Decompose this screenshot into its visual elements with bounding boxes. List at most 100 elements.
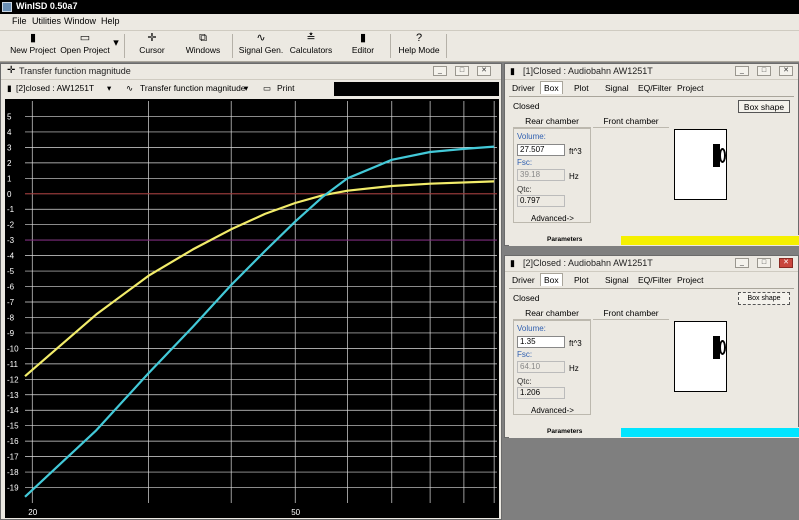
front-chamber-tab[interactable]: Front chamber [593, 115, 669, 128]
tab-driver[interactable]: Driver [512, 275, 535, 285]
y-tick-label: -4 [7, 252, 15, 261]
menu-file[interactable]: File [12, 16, 27, 26]
graph-window-titlebar[interactable]: ✛ Transfer function magnitude _ □ ✕ [1, 64, 501, 80]
box-shape-button[interactable]: Box shape [738, 100, 790, 113]
tab-driver[interactable]: Driver [512, 83, 535, 93]
tab-signal[interactable]: Signal [605, 83, 629, 93]
calculators-button[interactable]: ≛ Calculators [288, 32, 334, 60]
qtc-field: 0.797 [517, 195, 565, 207]
panel-icon: ▮ [510, 258, 515, 268]
parameters-bar[interactable]: Parameters [509, 427, 799, 438]
open-project-dropdown[interactable]: ▾ [111, 37, 121, 65]
panel-2-title: [2]Closed : Audiobahn AW1251T [523, 258, 653, 268]
y-tick-label: 0 [7, 190, 12, 199]
close-button[interactable]: ✕ [779, 258, 793, 268]
y-tick-label: -9 [7, 329, 15, 338]
fsc-unit: Hz [569, 364, 579, 373]
series-color-swatch[interactable] [621, 428, 799, 437]
y-tick-label: -10 [7, 344, 19, 353]
project-select-arrow-icon[interactable]: ▾ [107, 83, 111, 94]
tab-signal[interactable]: Signal [605, 275, 629, 285]
printer-icon: ▭ [263, 83, 272, 93]
y-tick-label: -3 [7, 236, 15, 245]
open-project-button[interactable]: ▭ Open Project [58, 32, 112, 60]
graph-type-arrow-icon[interactable]: ▾ [244, 83, 248, 94]
help-mode-button[interactable]: ? Help Mode [396, 32, 442, 60]
fsc-field: 39.18 [517, 169, 565, 181]
app-title: WinISD 0.50a7 [16, 1, 78, 11]
chart-area[interactable]: 5 4 3 2 1 0 -1 -2 -3 -4 -5 -6 -7 -8 -9 -10 -11 -12 -13 -14 -… [5, 99, 499, 518]
toolbar-separator [446, 34, 447, 58]
menu-utilities[interactable]: Utilities [32, 16, 61, 26]
parameters-bar[interactable]: Parameters [509, 235, 799, 246]
menu-help[interactable]: Help [101, 16, 120, 26]
toolbar-separator [232, 34, 233, 58]
tab-box[interactable]: Box [540, 273, 563, 286]
y-tick-label: -8 [7, 313, 15, 322]
tab-plot[interactable]: Plot [574, 275, 589, 285]
box-pane: Closed Box shape Rear chamber Front cham… [511, 291, 795, 415]
new-project-button[interactable]: ▮ New Project [8, 32, 58, 60]
graph-type-select[interactable]: Transfer function magnitude [140, 83, 246, 93]
app-title-bar: WinISD 0.50a7 [0, 0, 799, 14]
maximize-button[interactable]: □ [757, 258, 771, 268]
advanced-button[interactable]: Advanced-> [531, 214, 574, 223]
qtc-field: 1.206 [517, 387, 565, 399]
y-tick-label: -14 [7, 406, 19, 415]
cursor-button[interactable]: ✛ Cursor [132, 32, 172, 60]
tab-divider [509, 288, 794, 289]
close-button[interactable]: ✕ [779, 66, 793, 76]
y-tick-label: -16 [7, 437, 19, 446]
panel-2-titlebar[interactable]: ▮ [2]Closed : Audiobahn AW1251T _ □ ✕ [505, 256, 798, 272]
editor-button[interactable]: ▮ Editor [345, 32, 381, 60]
menu-window[interactable]: Window [64, 16, 96, 26]
y-tick-label: 4 [7, 128, 12, 137]
cursor-icon: ✛ [147, 32, 157, 44]
tab-plot[interactable]: Plot [574, 83, 589, 93]
toolbar: ▮ New Project ▭ Open Project ▾ ✛ Cursor … [0, 31, 799, 62]
windows-label: Windows [185, 45, 221, 55]
series-color-swatch[interactable] [621, 236, 799, 245]
new-project-icon: ▮ [29, 32, 37, 44]
panel-1-titlebar[interactable]: ▮ [1]Closed : Audiobahn AW1251T _ □ ✕ [505, 64, 798, 80]
y-tick-label: -13 [7, 391, 19, 400]
minimize-button[interactable]: _ [735, 258, 749, 268]
box-panel-2: ▮ [2]Closed : Audiobahn AW1251T _ □ ✕ Dr… [504, 255, 799, 438]
tab-eq-filter[interactable]: EQ/Filter [638, 83, 672, 93]
volume-input[interactable]: 1.35 [517, 336, 565, 348]
y-tick-label: 3 [7, 143, 12, 152]
maximize-button[interactable]: □ [455, 66, 469, 76]
y-tick-label: -7 [7, 298, 15, 307]
maximize-button[interactable]: □ [757, 66, 771, 76]
minimize-button[interactable]: _ [433, 66, 447, 76]
cursor-label: Cursor [139, 45, 165, 55]
help-icon: ? [415, 32, 423, 44]
windows-button[interactable]: ⧉ Windows [182, 32, 224, 60]
tab-project[interactable]: Project [677, 275, 703, 285]
project-select[interactable]: [2]closed : AW1251T [16, 83, 94, 93]
advanced-button[interactable]: Advanced-> [531, 406, 574, 415]
volume-input[interactable]: 27.507 [517, 144, 565, 156]
fsc-label: Fsc: [517, 158, 533, 167]
y-tick-label: -18 [7, 468, 19, 477]
box-shape-button[interactable]: Box shape [738, 292, 790, 305]
graph-window-icon: ✛ [7, 65, 16, 76]
editor-icon: ▮ [359, 32, 367, 44]
rear-chamber-tab[interactable]: Rear chamber [513, 307, 591, 320]
graph-type-icon: ∿ [126, 83, 134, 93]
front-chamber-tab[interactable]: Front chamber [593, 307, 669, 320]
tab-box[interactable]: Box [540, 81, 563, 94]
editor-label: Editor [351, 45, 375, 55]
panel-1-title: [1]Closed : Audiobahn AW1251T [523, 66, 653, 76]
chamber-fields: Volume: 27.507 ft^3 Fsc: 39.18 Hz Qtc: 0… [513, 128, 591, 223]
print-button[interactable]: Print [277, 83, 294, 93]
tab-project[interactable]: Project [677, 83, 703, 93]
calculators-label: Calculators [289, 45, 333, 55]
volume-unit: ft^3 [569, 339, 582, 348]
signal-gen-button[interactable]: ∿ Signal Gen. [238, 32, 284, 60]
close-button[interactable]: ✕ [477, 66, 491, 76]
minimize-button[interactable]: _ [735, 66, 749, 76]
graph-window: ✛ Transfer function magnitude _ □ ✕ ▮ [2… [0, 63, 502, 520]
rear-chamber-tab[interactable]: Rear chamber [513, 115, 591, 128]
tab-eq-filter[interactable]: EQ/Filter [638, 275, 672, 285]
